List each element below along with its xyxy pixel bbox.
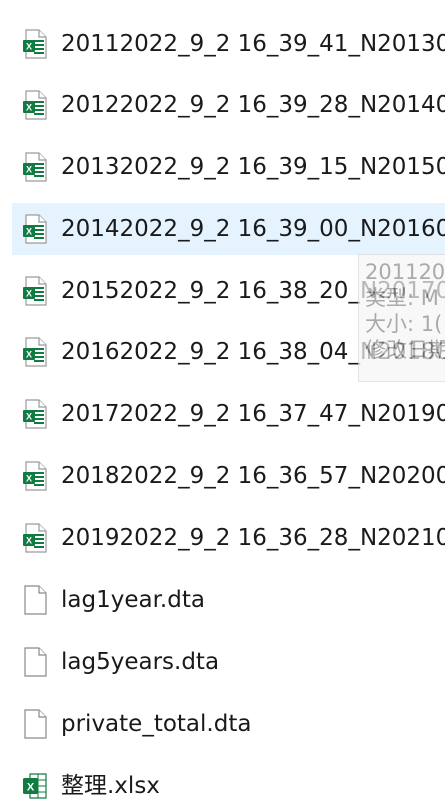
svg-text:X: X <box>26 536 32 546</box>
svg-text:X: X <box>26 227 32 237</box>
excel-csv-icon: X <box>23 90 47 120</box>
excel-csv-icon: X <box>23 152 47 182</box>
file-item[interactable]: X 20192022_9_2 16_36_28_N202105 <box>12 512 445 564</box>
tooltip-modified: 修改日期 <box>365 338 445 362</box>
svg-text:X: X <box>26 350 32 360</box>
file-name: lag5years.dta <box>61 649 220 675</box>
file-info-tooltip: 201120 类型: M 大小: 1( 修改日期 <box>358 254 445 382</box>
svg-text:X: X <box>26 42 32 52</box>
excel-csv-icon: X <box>23 399 47 429</box>
file-item[interactable]: lag5years.dta <box>12 636 445 688</box>
svg-text:X: X <box>26 412 32 422</box>
file-name: 20192022_9_2 16_36_28_N202105 <box>61 525 445 551</box>
file-item[interactable]: X 20132022_9_2 16_39_15_N201504 <box>12 141 445 193</box>
svg-text:X: X <box>27 782 35 794</box>
file-item[interactable]: lag1year.dta <box>12 574 445 626</box>
tooltip-type: 类型: M <box>365 286 439 310</box>
excel-csv-icon: X <box>23 461 47 491</box>
file-name: 20122022_9_2 16_39_28_N201405 <box>61 92 445 118</box>
generic-file-icon <box>24 647 47 677</box>
file-item[interactable]: private_total.dta <box>12 698 445 750</box>
file-item[interactable]: X 整理.xlsx <box>12 760 445 812</box>
file-list: X 20112022_9_2 16_39_41_N201304 X 201220… <box>0 0 445 811</box>
svg-text:X: X <box>26 103 32 113</box>
file-item[interactable]: X 20182022_9_2 16_36_57_N202005 <box>12 450 445 502</box>
excel-csv-icon: X <box>23 337 47 367</box>
tooltip-filename: 201120 <box>365 260 445 284</box>
file-name: lag1year.dta <box>61 587 205 613</box>
excel-csv-icon: X <box>23 276 47 306</box>
generic-file-icon <box>24 585 47 615</box>
file-name: 20172022_9_2 16_37_47_N201907 <box>61 401 445 427</box>
file-item[interactable]: X 20112022_9_2 16_39_41_N201304 <box>12 18 445 70</box>
file-name: 20182022_9_2 16_36_57_N202005 <box>61 463 445 489</box>
file-name: 20112022_9_2 16_39_41_N201304 <box>61 31 445 57</box>
file-name: 20142022_9_2 16_39_00_N201603 <box>61 216 445 242</box>
file-name: private_total.dta <box>61 711 252 737</box>
excel-csv-icon: X <box>23 214 47 244</box>
file-name: 整理.xlsx <box>61 773 160 799</box>
excel-csv-icon: X <box>23 29 47 59</box>
file-item-selected[interactable]: X 20142022_9_2 16_39_00_N201603 <box>12 203 445 255</box>
generic-file-icon <box>24 709 47 739</box>
file-item[interactable]: X 20122022_9_2 16_39_28_N201405 <box>12 79 445 131</box>
tooltip-size: 大小: 1( <box>365 312 443 336</box>
svg-text:X: X <box>26 474 32 484</box>
svg-text:X: X <box>26 289 32 299</box>
file-name: 20132022_9_2 16_39_15_N201504 <box>61 154 445 180</box>
excel-xlsx-icon: X <box>23 773 47 799</box>
excel-csv-icon: X <box>23 523 47 553</box>
svg-text:X: X <box>26 165 32 175</box>
file-item[interactable]: X 20172022_9_2 16_37_47_N201907 <box>12 388 445 440</box>
